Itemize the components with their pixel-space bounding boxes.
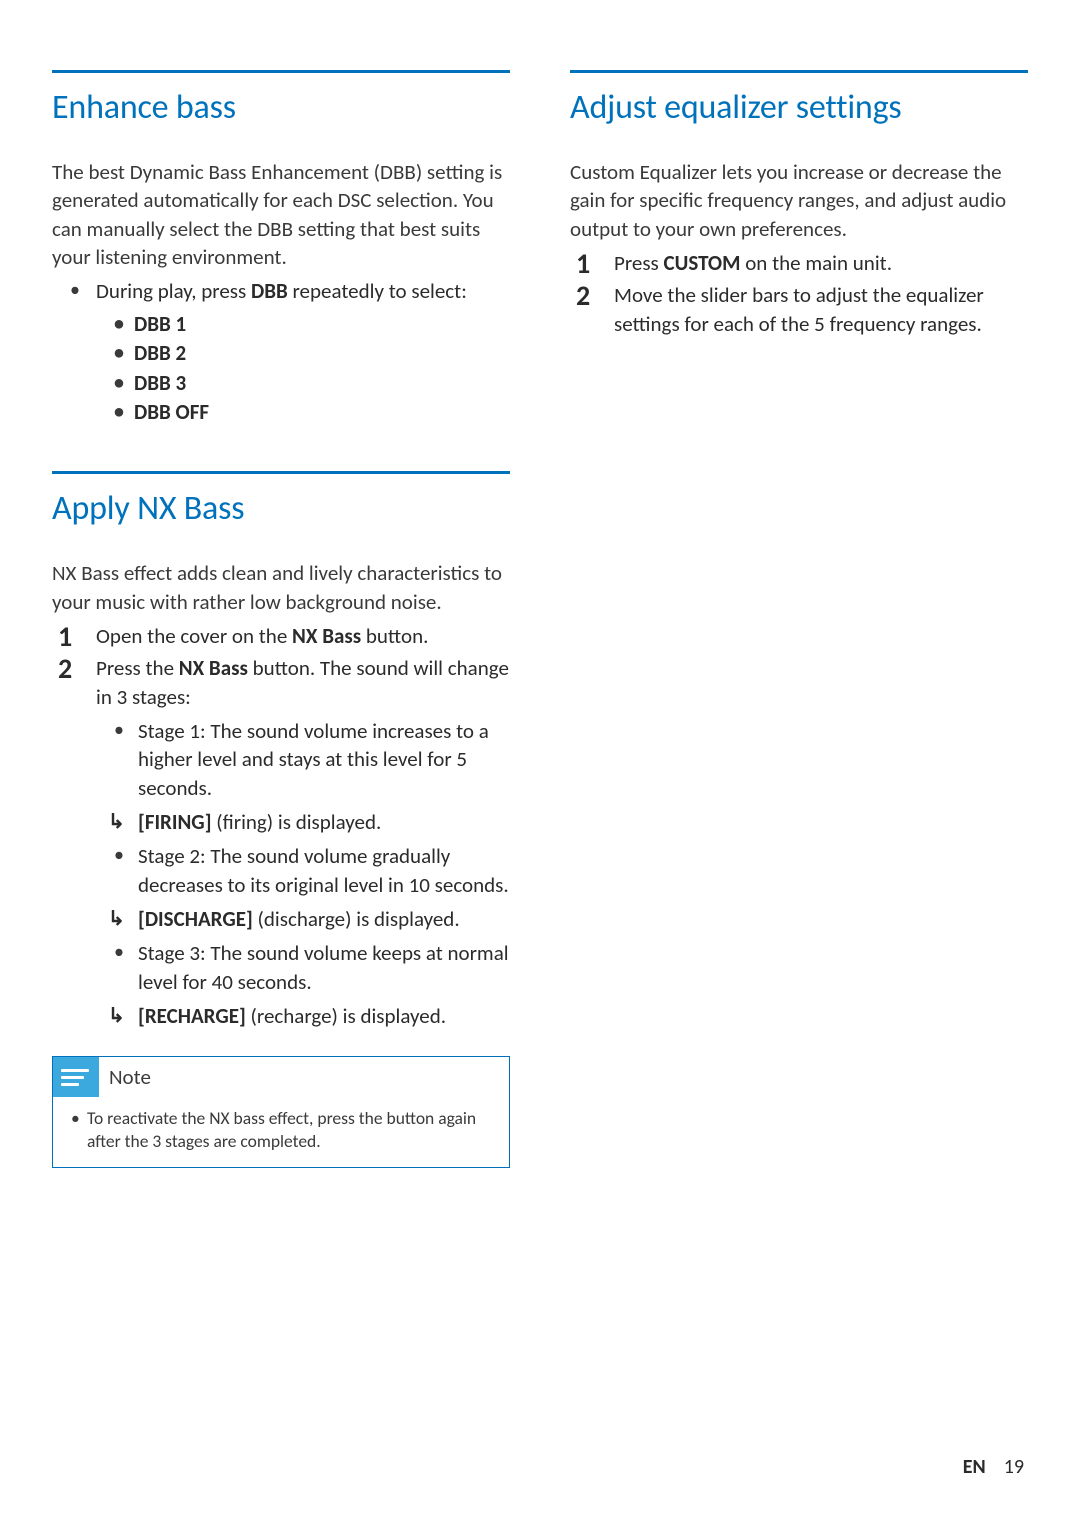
- bold-firing: [FIRING]: [138, 809, 212, 835]
- dbb-option: DBB 3: [96, 369, 510, 398]
- note-icon: [53, 1057, 99, 1097]
- dbb-option: DBB OFF: [96, 398, 510, 427]
- bold-nx-bass: NX Bass: [179, 655, 248, 681]
- dbb-option: DBB 1: [96, 310, 510, 339]
- note-title: Note: [109, 1064, 151, 1090]
- result-firing: [FIRING] (firing) is displayed.: [96, 808, 510, 836]
- bullet-item: During play, press DBB repeatedly to sel…: [52, 277, 510, 427]
- result-discharge: [DISCHARGE] (discharge) is displayed.: [96, 905, 510, 933]
- text: on the main unit.: [740, 250, 892, 276]
- step-number: 2: [576, 277, 590, 315]
- text: Open the cover on the: [96, 623, 292, 649]
- text: Press the: [96, 655, 179, 681]
- section-rule: [570, 70, 1028, 73]
- bullet-list: During play, press DBB repeatedly to sel…: [52, 277, 510, 427]
- heading-enhance-bass: Enhance bass: [52, 87, 510, 128]
- heading-apply-nx-bass: Apply NX Bass: [52, 488, 510, 529]
- intro-equalizer: Custom Equalizer lets you increase or de…: [570, 158, 1028, 243]
- dbb-option: DBB 2: [96, 339, 510, 368]
- step-2: 2 Press the NX Bass button. The sound wi…: [52, 654, 510, 1030]
- bold-discharge: [DISCHARGE]: [138, 906, 253, 932]
- text: repeatedly to select:: [288, 278, 467, 304]
- section-rule: [52, 70, 510, 73]
- bold-custom: CUSTOM: [664, 250, 741, 276]
- note-header: Note: [53, 1057, 509, 1097]
- page-footer: EN 19: [963, 1455, 1024, 1479]
- note-body: To reactivate the NX bass effect, press …: [53, 1097, 509, 1167]
- intro-enhance-bass: The best Dynamic Bass Enhancement (DBB) …: [52, 158, 510, 271]
- bold-recharge: [RECHARGE]: [138, 1003, 246, 1029]
- stage-list: Stage 1: The sound volume increases to a…: [96, 717, 510, 1030]
- page-content: Enhance bass The best Dynamic Bass Enhan…: [0, 0, 1080, 1168]
- text: button.: [361, 623, 428, 649]
- step-2: 2 Move the slider bars to adjust the equ…: [570, 281, 1028, 338]
- bold-dbb: DBB: [251, 278, 288, 304]
- step-1: 1 Open the cover on the NX Bass button.: [52, 622, 510, 650]
- eq-steps: 1 Press CUSTOM on the main unit. 2 Move …: [570, 249, 1028, 338]
- dbb-options: DBB 1 DBB 2 DBB 3 DBB OFF: [96, 310, 510, 428]
- nx-steps: 1 Open the cover on the NX Bass button. …: [52, 622, 510, 1030]
- note-box: Note To reactivate the NX bass effect, p…: [52, 1056, 510, 1168]
- text: Press: [614, 250, 664, 276]
- stage-2: Stage 2: The sound volume gradually decr…: [96, 842, 510, 899]
- note-item: To reactivate the NX bass effect, press …: [67, 1107, 495, 1153]
- text: Move the slider bars to adjust the equal…: [614, 282, 984, 336]
- heading-adjust-equalizer: Adjust equalizer settings: [570, 87, 1028, 128]
- left-column: Enhance bass The best Dynamic Bass Enhan…: [52, 70, 510, 1168]
- result-recharge: [RECHARGE] (recharge) is displayed.: [96, 1002, 510, 1030]
- text: (firing) is displayed.: [212, 809, 382, 835]
- footer-page-number: 19: [1004, 1455, 1024, 1479]
- text: (recharge) is displayed.: [246, 1003, 446, 1029]
- footer-lang: EN: [963, 1455, 986, 1479]
- bold-nx-bass: NX Bass: [292, 623, 361, 649]
- stage-3: Stage 3: The sound volume keeps at norma…: [96, 939, 510, 996]
- text: During play, press: [96, 278, 251, 304]
- step-1: 1 Press CUSTOM on the main unit.: [570, 249, 1028, 277]
- step-number: 2: [58, 650, 72, 688]
- right-column: Adjust equalizer settings Custom Equaliz…: [570, 70, 1028, 1168]
- stage-1: Stage 1: The sound volume increases to a…: [96, 717, 510, 802]
- section-rule: [52, 471, 510, 474]
- text: (discharge) is displayed.: [253, 906, 460, 932]
- intro-nx-bass: NX Bass effect adds clean and lively cha…: [52, 559, 510, 616]
